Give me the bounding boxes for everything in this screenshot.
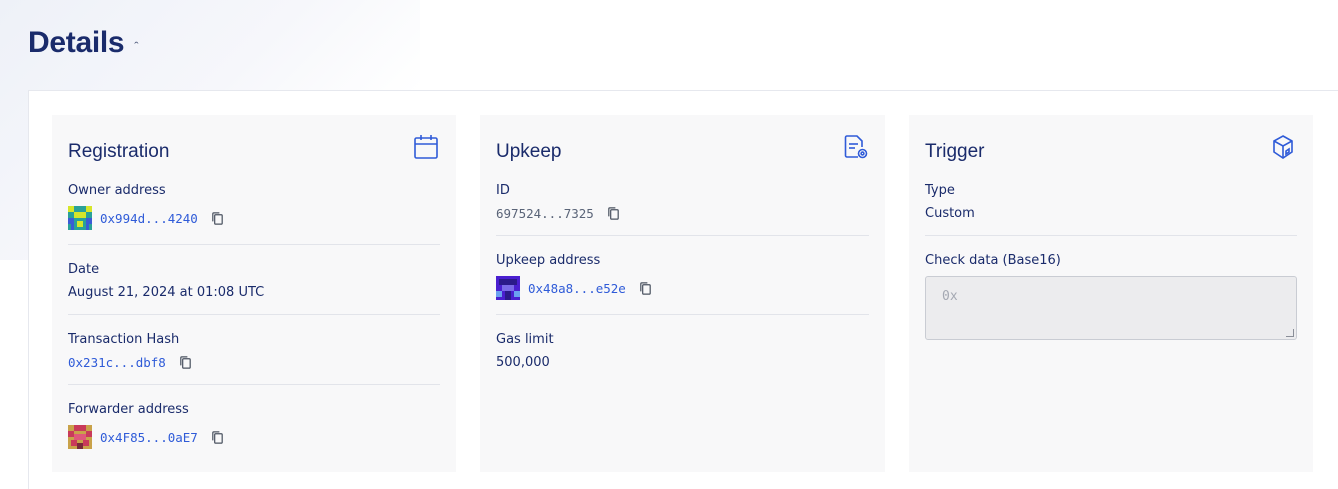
date-label: Date bbox=[68, 262, 100, 277]
upkeep-id-label: ID bbox=[496, 183, 510, 198]
tx-hash-label: Transaction Hash bbox=[68, 332, 180, 347]
forwarder-address-link[interactable]: 0x4F85...0aE7 bbox=[100, 430, 198, 445]
collapse-caret-icon[interactable]: ˆ bbox=[134, 39, 138, 54]
tx-hash-field: Transaction Hash 0x231c...dbf8 bbox=[68, 314, 440, 384]
owner-avatar bbox=[68, 206, 92, 230]
cube-icon bbox=[1273, 135, 1293, 159]
calendar-icon bbox=[414, 135, 438, 159]
upkeep-address-link[interactable]: 0x48a8...e52e bbox=[528, 281, 626, 296]
upkeep-id-value: 697524...7325 bbox=[496, 206, 594, 221]
forwarder-address-field: Forwarder address 0x4F85...0aE7 bbox=[68, 384, 440, 463]
resize-handle[interactable] bbox=[1286, 329, 1294, 337]
owner-address-field: Owner address 0x994d...4240 bbox=[68, 183, 440, 244]
forwarder-address-label: Forwarder address bbox=[68, 402, 189, 417]
copy-icon[interactable] bbox=[210, 430, 225, 445]
trigger-title: Trigger bbox=[925, 141, 985, 162]
owner-address-link[interactable]: 0x994d...4240 bbox=[100, 211, 198, 226]
trigger-card: Trigger Type Custom Check data (Base16) … bbox=[909, 115, 1313, 472]
gas-limit-value: 500,000 bbox=[496, 355, 550, 370]
copy-icon[interactable] bbox=[638, 281, 653, 296]
trigger-type-field: Type Custom bbox=[925, 183, 1297, 235]
copy-icon[interactable] bbox=[178, 355, 193, 370]
registration-card: Registration Owner address 0x994d...4240… bbox=[52, 115, 456, 472]
gas-limit-field: Gas limit 500,000 bbox=[496, 314, 869, 384]
upkeep-title: Upkeep bbox=[496, 141, 562, 162]
tx-hash-link[interactable]: 0x231c...dbf8 bbox=[68, 355, 166, 370]
trigger-type-value: Custom bbox=[925, 206, 975, 221]
upkeep-address-label: Upkeep address bbox=[496, 253, 601, 268]
upkeep-id-field: ID 697524...7325 bbox=[496, 183, 869, 235]
date-field: Date August 21, 2024 at 01:08 UTC bbox=[68, 244, 440, 314]
forwarder-avatar bbox=[68, 425, 92, 449]
upkeep-card: Upkeep ID 697524...7325 Upkeep address 0… bbox=[480, 115, 885, 472]
trigger-type-label: Type bbox=[925, 183, 955, 198]
upkeep-address-field: Upkeep address 0x48a8...e52e bbox=[496, 235, 869, 314]
gas-limit-label: Gas limit bbox=[496, 332, 554, 347]
check-data-label: Check data (Base16) bbox=[925, 253, 1061, 268]
check-data-textarea[interactable]: 0x bbox=[925, 276, 1297, 340]
document-settings-icon bbox=[844, 135, 868, 159]
owner-address-label: Owner address bbox=[68, 183, 166, 198]
copy-icon[interactable] bbox=[606, 206, 621, 221]
date-value: August 21, 2024 at 01:08 UTC bbox=[68, 285, 265, 300]
copy-icon[interactable] bbox=[210, 211, 225, 226]
registration-title: Registration bbox=[68, 141, 170, 162]
details-header[interactable]: Details ˆ bbox=[28, 26, 139, 60]
check-data-placeholder: 0x bbox=[942, 289, 958, 304]
page-title: Details bbox=[28, 26, 125, 59]
check-data-field: Check data (Base16) 0x bbox=[925, 235, 1297, 354]
upkeep-avatar bbox=[496, 276, 520, 300]
